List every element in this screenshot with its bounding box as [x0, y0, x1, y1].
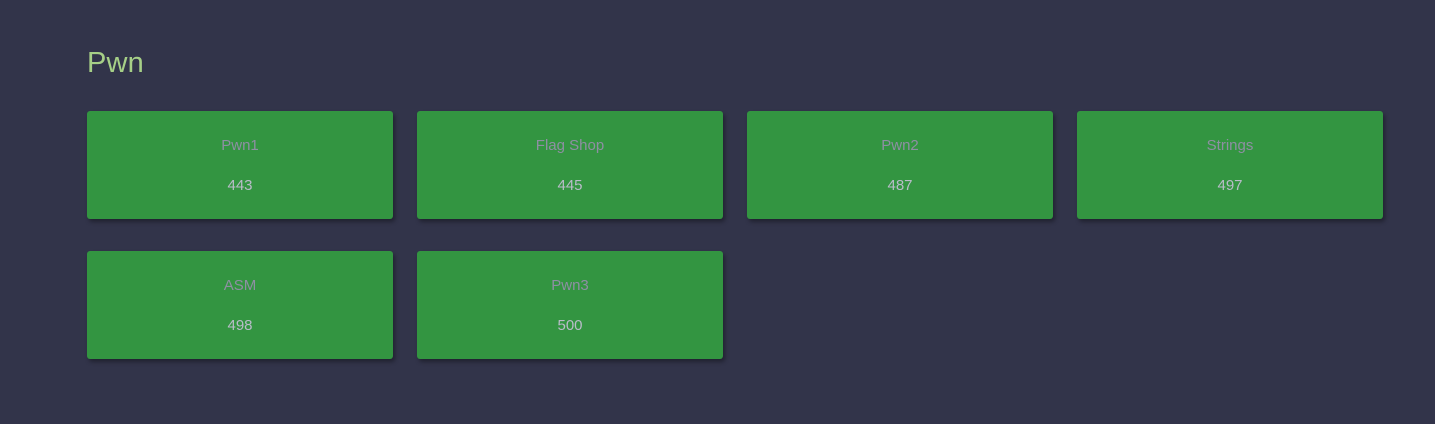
challenge-card-asm[interactable]: ASM 498: [87, 251, 393, 359]
challenge-points: 498: [227, 317, 253, 334]
challenge-category: Pwn Pwn1 443 Flag Shop 445 Pwn2 487 Stri…: [0, 0, 1435, 424]
challenge-points: 445: [557, 177, 583, 194]
challenge-name: ASM: [223, 277, 257, 294]
challenge-card-pwn3[interactable]: Pwn3 500: [417, 251, 723, 359]
challenge-grid: Pwn1 443 Flag Shop 445 Pwn2 487 Strings …: [87, 111, 1387, 359]
challenge-name: Pwn2: [881, 137, 919, 154]
challenge-points: 497: [1217, 177, 1243, 194]
challenge-card-pwn2[interactable]: Pwn2 487: [747, 111, 1053, 219]
category-title: Pwn: [87, 47, 145, 79]
challenge-points: 443: [227, 177, 253, 194]
challenge-card-flag-shop[interactable]: Flag Shop 445: [417, 111, 723, 219]
challenge-card-pwn1[interactable]: Pwn1 443: [87, 111, 393, 219]
challenge-points: 487: [887, 177, 913, 194]
challenge-name: Flag Shop: [535, 137, 605, 154]
challenge-name: Strings: [1206, 137, 1254, 154]
challenge-name: Pwn1: [221, 137, 259, 154]
challenge-card-strings[interactable]: Strings 497: [1077, 111, 1383, 219]
challenge-points: 500: [557, 317, 583, 334]
challenge-name: Pwn3: [551, 277, 589, 294]
